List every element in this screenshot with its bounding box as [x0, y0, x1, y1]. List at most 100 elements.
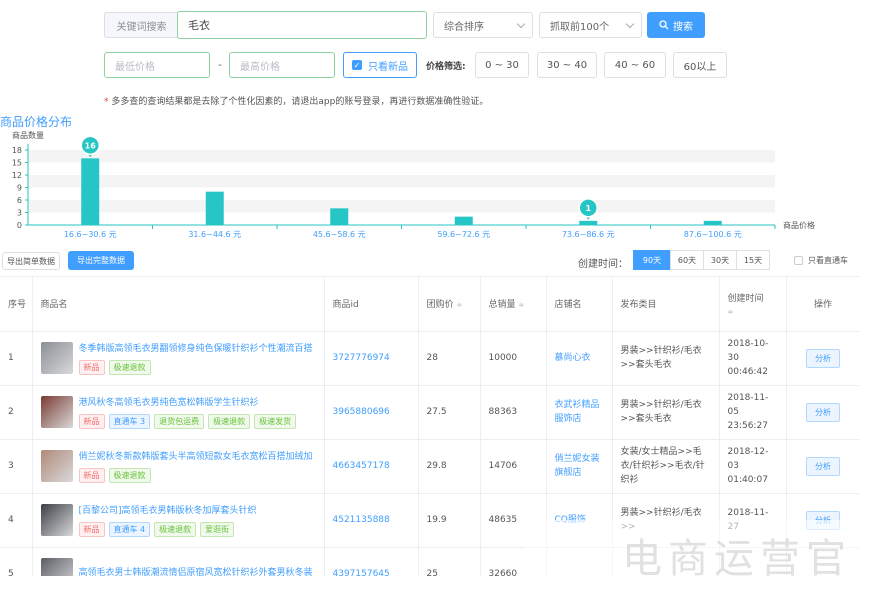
sort-icon: ≑: [456, 301, 463, 310]
product-name-link[interactable]: 港风秋冬高领毛衣男纯色宽松韩版学生针织衫: [79, 395, 297, 408]
header-total-sales[interactable]: 总销量 ≑: [480, 277, 547, 332]
cell-op: 分析: [786, 439, 860, 494]
x-axis-label: 商品价格: [783, 220, 815, 230]
product-name-link[interactable]: 高领毛衣男士韩版潮流情侣原宿风宽松针织衫外套男秋冬装: [79, 565, 313, 577]
chevron-down-icon: [625, 19, 635, 28]
x-tick-label: 16.6~30.6 元: [64, 230, 117, 239]
product-tag: 爱逛街: [200, 522, 235, 537]
direct-train-label: 只看直通车: [808, 255, 848, 265]
cell-created: 2018-12-03 01:40:07: [719, 439, 787, 494]
shop-name-link[interactable]: 慕尚心衣: [546, 331, 613, 386]
time-tab-1[interactable]: 60天: [670, 250, 704, 270]
bar: [579, 220, 598, 225]
analyze-button[interactable]: 分析: [806, 402, 840, 422]
cell-index: 1: [0, 331, 33, 386]
y-tick-label: 3: [17, 209, 22, 218]
product-name-link[interactable]: 冬季韩版高领毛衣男翻领修身纯色保暖针织衫个性潮流百搭: [79, 341, 313, 354]
cell-category: 男装>>针织衫/毛衣>>套头毛衣: [612, 385, 720, 440]
product-tag: 极速退款: [208, 414, 251, 429]
chevron-down-icon: [516, 19, 526, 28]
cell-op: 分析: [786, 331, 860, 386]
watermark: 电商运营官: [622, 536, 852, 582]
price-distribution-chart: 商品数量 0 3 6 9 12 15 18 商品价格 16.6~30.6 元 31.6~44.6 元…: [12, 130, 815, 239]
cell-name: 港风秋冬高领毛衣男纯色宽松韩版学生针织衫 新品 直通车 3 退货包运费 极速退款 极速发货: [32, 385, 325, 440]
product-thumbnail[interactable]: [40, 558, 73, 576]
time-tab-2[interactable]: 30天: [703, 250, 737, 270]
bar: [454, 216, 473, 225]
product-id-link[interactable]: 4397157645: [324, 547, 419, 576]
grid-band: [28, 150, 775, 163]
y-tick-label: 6: [17, 196, 22, 205]
cell-sales: 10000: [480, 331, 547, 386]
direct-train-checkbox[interactable]: 只看直通车: [788, 250, 860, 270]
analyze-button[interactable]: 分析: [806, 456, 840, 476]
product-id-link[interactable]: 3727776974: [324, 331, 419, 386]
max-price-input[interactable]: 最高价格: [229, 52, 335, 78]
shop-name-link[interactable]: 衣武衫精品服饰店: [546, 385, 613, 440]
product-thumbnail[interactable]: [40, 450, 73, 482]
sort-select-value: 综合排序: [444, 21, 484, 33]
search-button[interactable]: 搜索: [647, 12, 705, 38]
cell-index: 5: [0, 547, 33, 576]
header-op: 操作: [786, 277, 860, 332]
product-name-link[interactable]: [百黎公司]高领毛衣男韩版秋冬加厚套头针织: [79, 503, 257, 516]
price-range-0-30[interactable]: 0 ~ 30: [475, 52, 529, 78]
product-id-link[interactable]: 4663457178: [324, 439, 419, 494]
time-tab-0[interactable]: 90天: [633, 250, 671, 270]
product-thumbnail[interactable]: [40, 342, 73, 374]
product-thumbnail[interactable]: [40, 396, 73, 428]
x-tick-label: 31.6~44.6 元: [188, 230, 241, 239]
cell-name: [百黎公司]高领毛衣男韩版秋冬加厚套头针织 新品 直通车 4 极速退款 爱逛街: [32, 493, 325, 548]
grid-band: [28, 200, 775, 213]
bar: [205, 191, 224, 225]
header-created[interactable]: 创建时间 ≑: [719, 277, 787, 332]
cell-index: 4: [0, 493, 33, 548]
time-tab-3[interactable]: 15天: [736, 250, 770, 270]
cell-price: 25: [418, 547, 481, 576]
analyze-button[interactable]: 分析: [806, 348, 840, 368]
shop-name-link[interactable]: 俏兰妮女装旗舰店: [546, 439, 613, 494]
product-thumbnail[interactable]: [40, 504, 73, 536]
table-row: 3 俏兰妮秋冬新款韩版套头半高领短款女毛衣宽松百搭加绒加 新品 极速退款 4663457…: [0, 439, 860, 494]
export-full-button[interactable]: 导出完整数据: [68, 251, 134, 270]
price-range-40-60[interactable]: 40 ~ 60: [604, 52, 666, 78]
cell-category: 男装>>针织衫/毛衣>>套头毛衣: [612, 331, 720, 386]
header-shop: 店铺名: [546, 277, 613, 332]
note-text: 多多查的查询结果都是去除了个性化因素的，请退出app的账号登录，再进行数据准确性…: [111, 97, 489, 107]
bar: [330, 208, 349, 225]
price-range-30-40[interactable]: 30 ~ 40: [537, 52, 597, 78]
export-simple-button[interactable]: 导出简单数据: [2, 252, 60, 270]
y-tick-label: 15: [12, 159, 22, 168]
table-row: 1 冬季韩版高领毛衣男翻领修身纯色保暖针织衫个性潮流百搭 新品 极速退款 3727776…: [0, 331, 860, 386]
header-group-price-label: 团购价: [426, 300, 454, 311]
keyword-input[interactable]: 毛衣: [177, 11, 427, 39]
min-price-input[interactable]: 最低价格: [104, 52, 210, 78]
sort-icon: ≑: [727, 308, 734, 317]
price-range-60-plus[interactable]: 60以上: [673, 52, 727, 78]
y-axis-label: 商品数量: [12, 130, 44, 140]
x-tick-label: 73.6~86.6 元: [562, 230, 615, 239]
limit-select[interactable]: 抓取前100个: [539, 12, 642, 38]
y-tick-label: 12: [12, 171, 22, 180]
header-group-price[interactable]: 团购价 ≑: [418, 277, 481, 332]
sort-select[interactable]: 综合排序: [433, 12, 533, 38]
new-only-checkbox[interactable]: ✓ 只看新品: [343, 52, 417, 78]
cell-price: 27.5: [418, 385, 481, 440]
product-id-link[interactable]: 4521135888: [324, 493, 419, 548]
cell-sales: 14706: [480, 439, 547, 494]
product-id-link[interactable]: 3965880696: [324, 385, 419, 440]
header-id: 商品id: [324, 277, 419, 332]
data-label: 16: [85, 141, 97, 150]
cell-price: 29.8: [418, 439, 481, 494]
product-name-link[interactable]: 俏兰妮秋冬新款韩版套头半高领短款女毛衣宽松百搭加绒加: [79, 449, 313, 462]
search-button-label: 搜索: [673, 21, 693, 33]
cell-name: 高领毛衣男士韩版潮流情侣原宿风宽松针织衫外套男秋冬装: [32, 547, 325, 577]
new-only-label: 只看新品: [368, 61, 408, 73]
keyword-value: 毛衣: [188, 19, 210, 32]
x-tick-label: 87.6~100.6 元: [684, 230, 742, 239]
price-separator: -: [218, 58, 222, 71]
grid-band: [28, 175, 775, 188]
sort-icon: ≑: [518, 301, 525, 310]
product-tag: 极速发货: [254, 414, 297, 429]
product-tag: 直通车 4: [108, 522, 151, 537]
